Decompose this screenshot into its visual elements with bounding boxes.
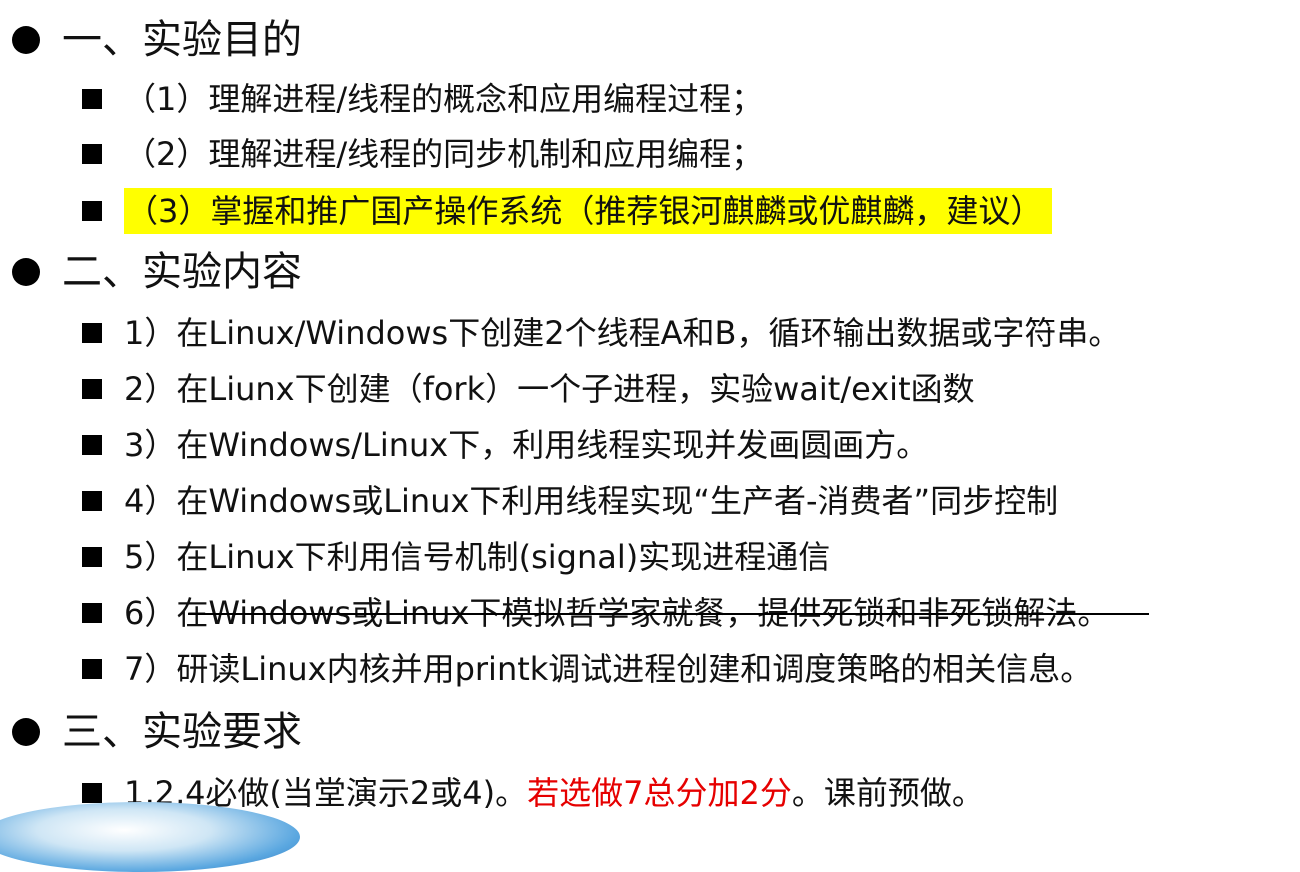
list-item: （1）理解进程/线程的概念和应用编程过程； xyxy=(82,76,763,122)
section-title: 三、实验要求 xyxy=(62,709,302,755)
bullet-square-icon xyxy=(82,491,102,511)
bullet-square-icon xyxy=(82,783,102,803)
bullet-dot-icon xyxy=(12,718,40,746)
section-heading-content: 二、实验内容 xyxy=(12,244,302,300)
item-text: 7）研读Linux内核并用printk调试进程创建和调度策略的相关信息。 xyxy=(124,650,1093,688)
bullet-square-icon xyxy=(82,201,102,221)
item-text: 3）在Windows/Linux下，利用线程实现并发画圆画方。 xyxy=(124,426,929,464)
bullet-square-icon xyxy=(82,379,102,399)
section-title: 二、实验内容 xyxy=(62,249,302,295)
struck-text-wrapper: 6）在Windows或Linux下模拟哲学家就餐，提供死锁和非死锁解法。 xyxy=(124,590,1150,636)
requirement-text-red: 若选做7总分加2分 xyxy=(527,774,792,812)
bullet-dot-icon xyxy=(12,258,40,286)
list-item: 5）在Linux下利用信号机制(signal)实现进程通信 xyxy=(82,534,830,580)
item-text: 4）在Windows或Linux下利用线程实现“生产者-消费者”同步控制 xyxy=(124,482,1059,520)
list-item: （2）理解进程/线程的同步机制和应用编程； xyxy=(82,131,763,177)
decorative-swoosh-graphic xyxy=(0,802,300,872)
bullet-square-icon xyxy=(82,323,102,343)
list-item: 3）在Windows/Linux下，利用线程实现并发画圆画方。 xyxy=(82,422,928,468)
requirement-text-part3: 。课前预做。 xyxy=(791,774,984,812)
bullet-square-icon xyxy=(82,435,102,455)
list-item: 7）研读Linux内核并用printk调试进程创建和调度策略的相关信息。 xyxy=(82,646,1092,692)
item-text: 1）在Linux/Windows下创建2个线程A和B，循环输出数据或字符串。 xyxy=(124,314,1121,352)
list-item: 2）在Liunx下创建（fork）一个子进程，实验wait/exit函数 xyxy=(82,366,975,412)
section-heading-requirements: 三、实验要求 xyxy=(12,704,302,760)
section-heading-purpose: 一、实验目的 xyxy=(12,12,302,68)
bullet-dot-icon xyxy=(12,26,40,54)
item-text: 5）在Linux下利用信号机制(signal)实现进程通信 xyxy=(124,538,831,576)
list-item-struck: 6）在Windows或Linux下模拟哲学家就餐，提供死锁和非死锁解法。 xyxy=(82,590,1150,636)
list-item-highlighted: （3）掌握和推广国产操作系统（推荐银河麒麟或优麒麟，建议） xyxy=(82,188,1053,234)
bullet-square-icon xyxy=(82,547,102,567)
strikethrough-line xyxy=(188,613,1150,615)
bullet-square-icon xyxy=(82,144,102,164)
bullet-square-icon xyxy=(82,659,102,679)
list-item: 4）在Windows或Linux下利用线程实现“生产者-消费者”同步控制 xyxy=(82,478,1058,524)
item-text: （2）理解进程/线程的同步机制和应用编程； xyxy=(124,135,764,173)
list-item: 1）在Linux/Windows下创建2个线程A和B，循环输出数据或字符串。 xyxy=(82,310,1120,356)
item-text: 2）在Liunx下创建（fork）一个子进程，实验wait/exit函数 xyxy=(124,370,975,408)
bullet-square-icon xyxy=(82,603,102,623)
section-title: 一、实验目的 xyxy=(62,17,302,63)
item-text: （1）理解进程/线程的概念和应用编程过程； xyxy=(124,80,764,118)
highlighted-text: （3）掌握和推广国产操作系统（推荐银河麒麟或优麒麟，建议） xyxy=(124,188,1053,234)
bullet-square-icon xyxy=(82,89,102,109)
